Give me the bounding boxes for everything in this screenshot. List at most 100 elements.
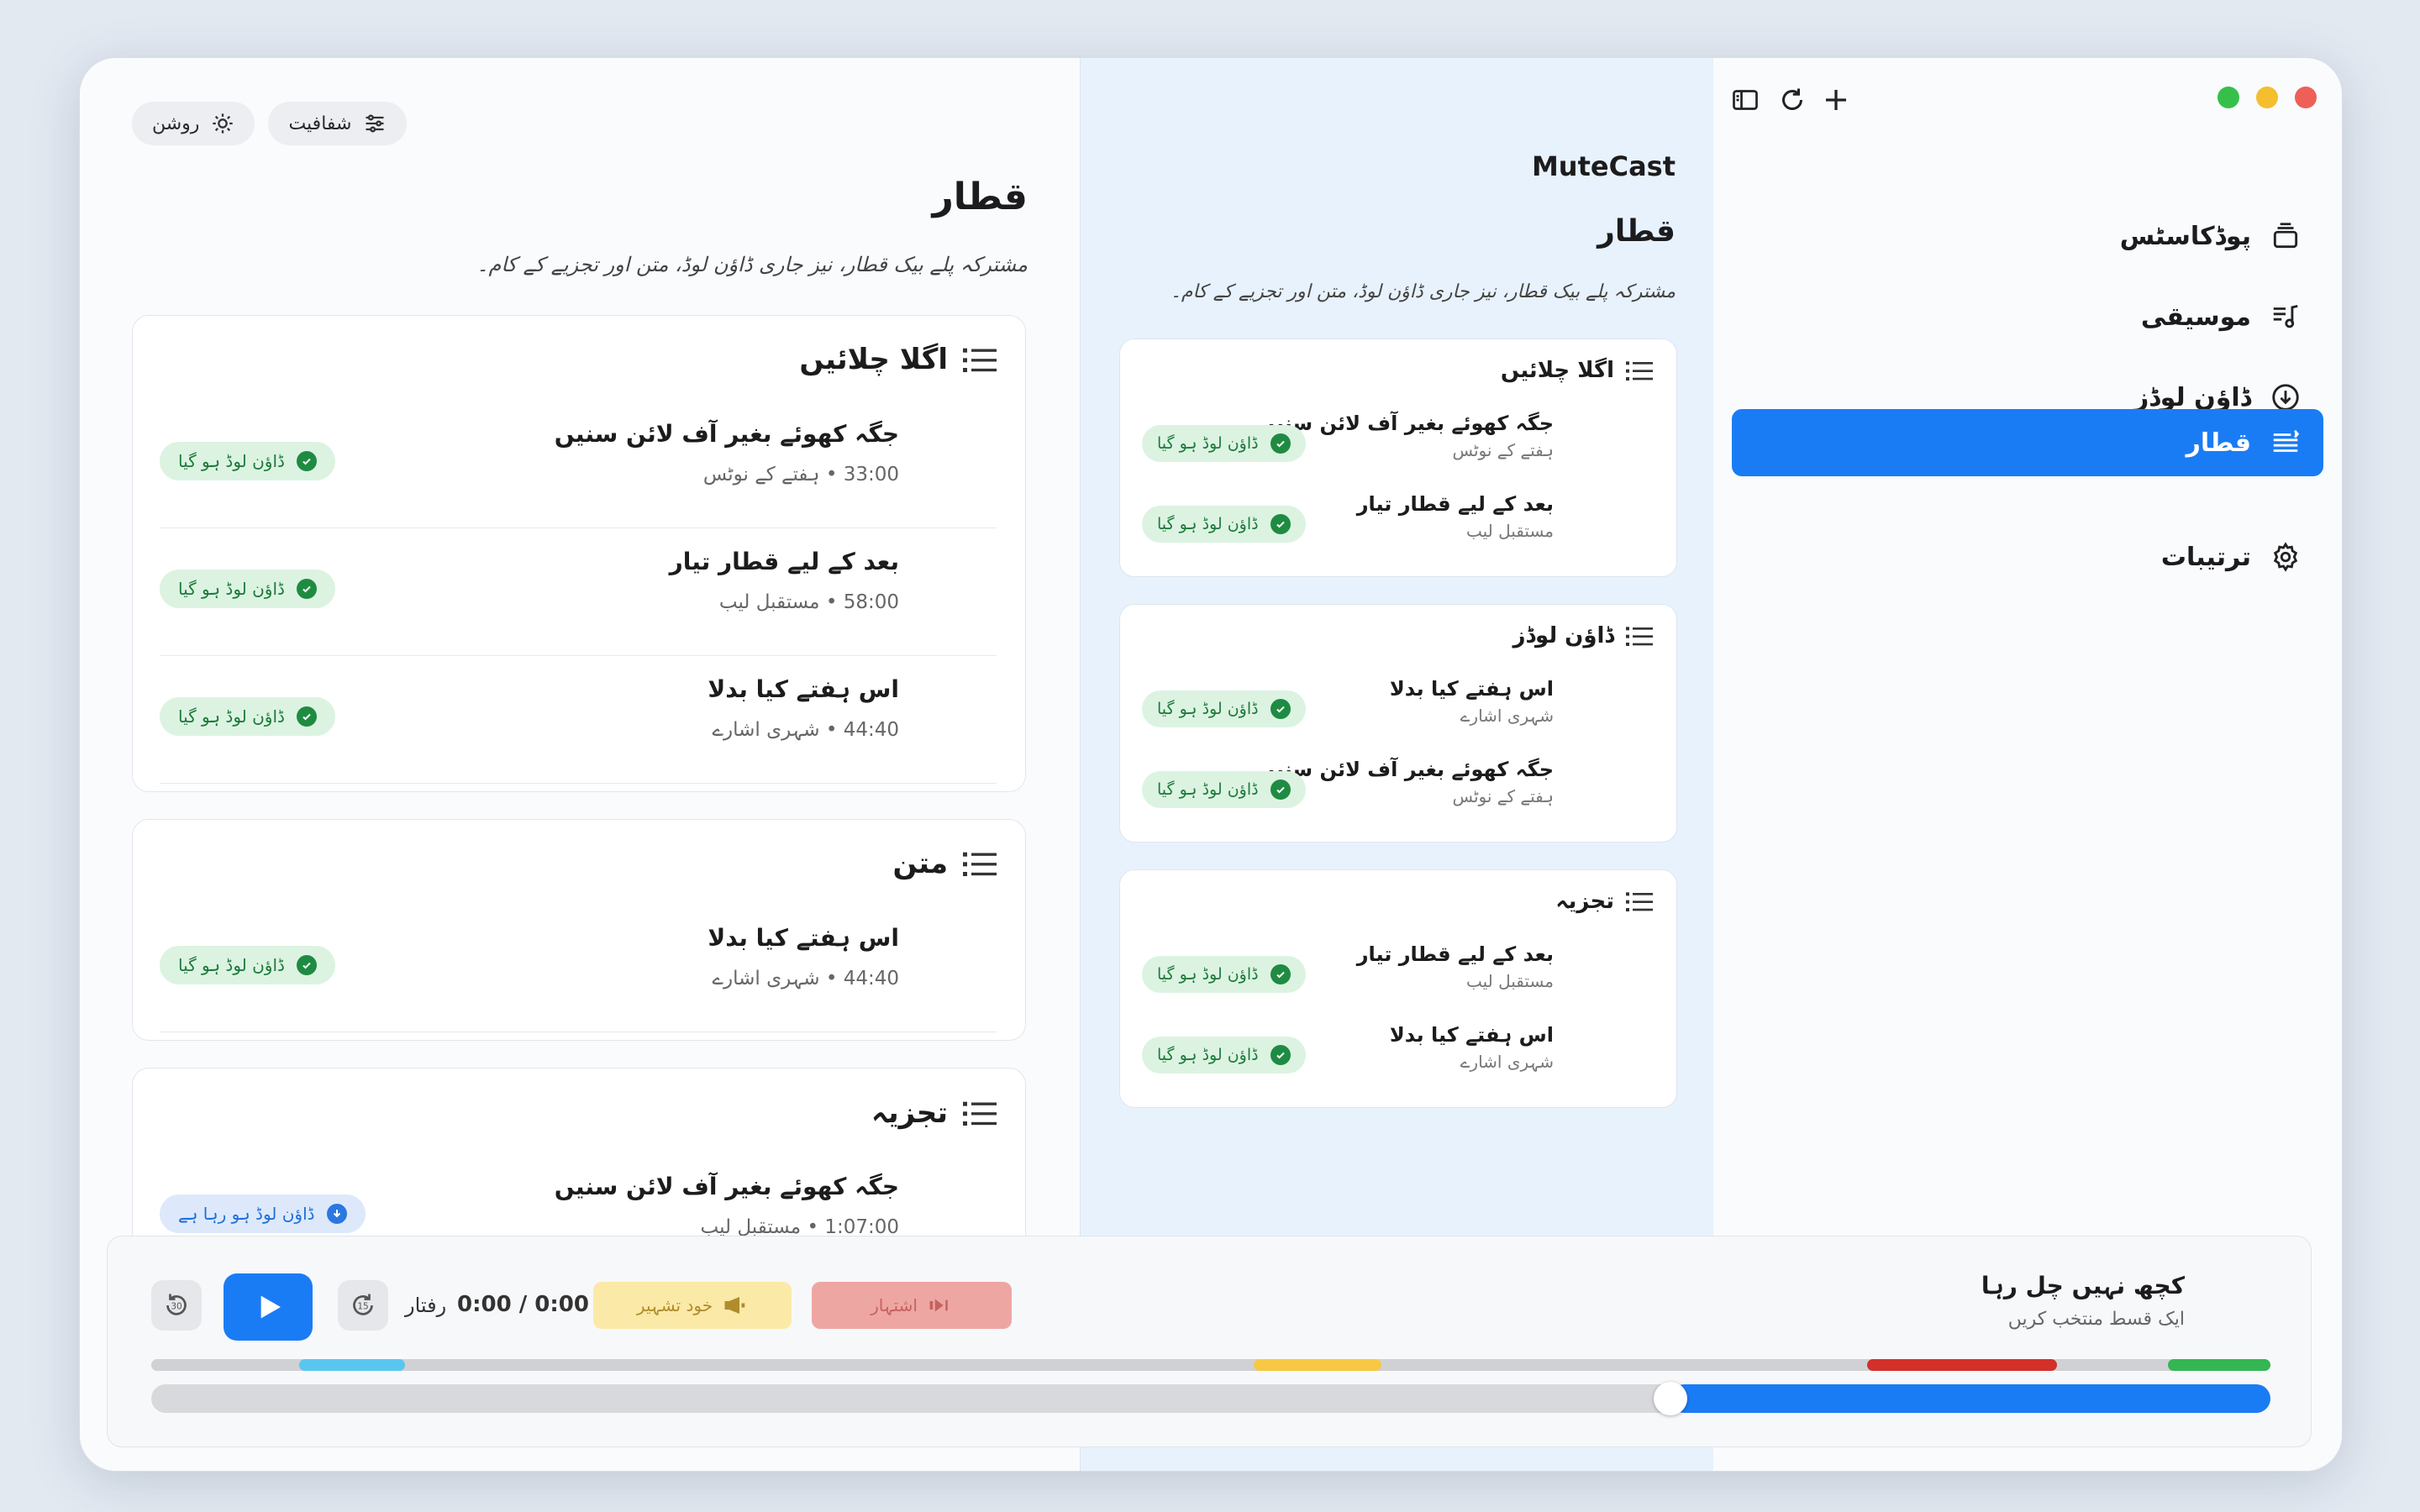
sidebar-item-label: موسیقی — [2140, 302, 2251, 332]
sidebar-toggle-icon[interactable] — [1730, 85, 1760, 115]
episode-meta: شہری اشارے — [1460, 1052, 1554, 1072]
status-label: ڈاؤن لوڈ ہو گیا — [1157, 434, 1259, 453]
window-zoom-button[interactable] — [2217, 87, 2239, 108]
preview-section-header: تجزیہ — [1555, 889, 1653, 914]
plus-icon[interactable] — [1821, 85, 1851, 115]
forward-icon: 15 — [353, 1294, 373, 1315]
skip-back-button[interactable]: 30 — [151, 1280, 202, 1331]
sidebar-item-music[interactable]: موسیقی — [1732, 283, 2323, 350]
sun-icon — [213, 113, 234, 134]
music-note-icon — [2273, 304, 2298, 328]
skip-forward-button[interactable]: 15 — [338, 1280, 388, 1331]
episode-meta: 33:00 • ہفتے کے نوٹس — [702, 464, 899, 486]
preview-card-play-next: اگلا چلائیں جگہ کھوئے بغیر آف لائن سنیں … — [1119, 339, 1677, 577]
check-icon — [296, 579, 317, 599]
section-header: متن — [892, 847, 997, 880]
window-close-button[interactable] — [2295, 87, 2317, 108]
light-mode-button[interactable]: روشن — [132, 102, 255, 145]
status-badge: ڈاؤن لوڈ ہو گیا — [1142, 425, 1306, 462]
segment-selfpromo — [1254, 1359, 1381, 1371]
list-icon — [1626, 627, 1653, 646]
status-label: ڈاؤن لوڈ ہو گیا — [178, 706, 285, 727]
queue-list-icon — [2273, 429, 2300, 452]
segment-intro — [299, 1359, 405, 1371]
check-icon — [296, 706, 317, 727]
play-button[interactable] — [224, 1273, 313, 1341]
episode-title: جگہ کھوئے بغیر آف لائن سنیں — [1258, 412, 1554, 435]
sidebar-item-label: پوڈکاسٹس — [2119, 221, 2251, 251]
list-icon — [1626, 361, 1653, 381]
skip-selfpromo-label: خود تشہیر — [636, 1295, 713, 1315]
list-item[interactable]: اس ہفتے کیا بدلا 44:40 • شہری اشارے ڈاؤن… — [160, 906, 997, 1032]
check-icon — [296, 955, 317, 975]
list-item[interactable]: اس ہفتے کیا بدلا شہری اشارے ڈاؤن لوڈ ہو … — [1142, 670, 1653, 751]
episode-meta: مستقبل لیب — [1465, 971, 1554, 991]
megaphone-icon — [724, 1297, 745, 1314]
preview-description: مشترکہ پلے بیک قطار، نیز جاری ڈاؤن لوڈ، … — [1171, 281, 1676, 302]
episode-title: اس ہفتے کیا بدلا — [1389, 1023, 1554, 1047]
sidebar-item-queue[interactable]: قطار — [1732, 409, 2323, 476]
episode-meta: 44:40 • شہری اشارے — [712, 968, 900, 990]
episode-title: جگہ کھوئے بغیر آف لائن سنیں — [554, 1173, 899, 1200]
rewind-icon: 30 — [166, 1294, 187, 1315]
status-badge: ڈاؤن لوڈ ہو گیا — [1142, 506, 1306, 543]
list-item[interactable]: جگہ کھوئے بغیر آف لائن سنیں 33:00 • ہفتے… — [160, 402, 997, 528]
ad-signal-icon — [929, 1299, 948, 1312]
list-item[interactable]: جگہ کھوئے بغیر آف لائن سنیں ہفتے کے نوٹس… — [1142, 751, 1653, 832]
episode-title: اس ہفتے کیا بدلا — [1389, 677, 1554, 701]
list-item[interactable]: بعد کے لیے قطار تیار 58:00 • مستقبل لیب … — [160, 529, 997, 656]
section-title: اگلا چلائیں — [799, 343, 948, 376]
episode-meta: مستقبل لیب — [1465, 521, 1554, 541]
sidebar-item-label: ڈاؤن لوڈز — [2133, 382, 2251, 412]
check-icon — [1270, 964, 1291, 984]
skip-selfpromo-button[interactable]: خود تشہیر — [593, 1282, 792, 1329]
sidebar-item-label: قطار — [2186, 428, 2251, 458]
transparency-button[interactable]: شفافیت — [268, 102, 408, 145]
sidebar-item-podcasts[interactable]: پوڈکاسٹس — [1732, 202, 2323, 270]
sliders-icon — [366, 114, 384, 133]
window-minimize-button[interactable] — [2256, 87, 2278, 108]
list-icon — [963, 1101, 997, 1126]
section-title: ڈاؤن لوڈز — [1512, 623, 1614, 648]
episode-title: جگہ کھوئے بغیر آف لائن سنیں — [554, 420, 899, 448]
list-item[interactable]: جگہ کھوئے بغیر آف لائن سنیں ہفتے کے نوٹس… — [1142, 405, 1653, 486]
scrubber-handle[interactable] — [1654, 1382, 1687, 1415]
status-label: ڈاؤن لوڈ ہو گیا — [178, 451, 285, 471]
list-item[interactable]: اس ہفتے کیا بدلا شہری اشارے ڈاؤن لوڈ ہو … — [1142, 1016, 1653, 1097]
episode-meta: 58:00 • مستقبل لیب — [718, 591, 899, 613]
status-badge: ڈاؤن لوڈ ہو گیا — [160, 697, 335, 736]
section-title: اگلا چلائیں — [1500, 358, 1614, 383]
list-item[interactable]: اس ہفتے کیا بدلا 44:40 • شہری اشارے ڈاؤن… — [160, 657, 997, 784]
speed-button[interactable]: رفتار — [405, 1294, 446, 1317]
light-label: روشن — [152, 113, 200, 134]
sidebar-item-settings[interactable]: ترتیبات — [1732, 523, 2323, 591]
preview-title: قطار — [1597, 214, 1676, 249]
gear-icon — [2273, 542, 2298, 572]
skip-sponsor-button[interactable]: اشتہار — [812, 1282, 1012, 1329]
status-label: ڈاؤن لوڈ ہو گیا — [1157, 1046, 1259, 1064]
episode-meta: ہفتے کے نوٹس — [1452, 440, 1554, 460]
status-label: ڈاؤن لوڈ ہو گیا — [1157, 780, 1259, 799]
refresh-icon[interactable] — [1777, 85, 1807, 115]
status-badge: ڈاؤن لوڈ ہو گیا — [1142, 771, 1306, 808]
time-readout: 0:00 / 0:00 — [457, 1292, 589, 1317]
segment-sponsor — [1867, 1359, 2057, 1371]
check-icon — [1270, 514, 1291, 534]
list-icon — [963, 348, 997, 372]
episode-title: بعد کے لیے قطار تیار — [1356, 942, 1554, 966]
episode-title: جگہ کھوئے بغیر آف لائن سنیں — [1258, 758, 1554, 781]
status-label: ڈاؤن لوڈ ہو رہا ہے — [178, 1204, 315, 1224]
check-icon — [296, 451, 317, 471]
status-badge: ڈاؤن لوڈ ہو گیا — [1142, 690, 1306, 727]
segment-outro — [2168, 1359, 2270, 1371]
playback-scrubber[interactable] — [151, 1382, 2270, 1415]
progress-fill — [1670, 1384, 2270, 1413]
section-header: تجزیہ — [871, 1095, 997, 1130]
episode-meta: 44:40 • شہری اشارے — [712, 719, 900, 741]
status-label: ڈاؤن لوڈ ہو گیا — [1157, 965, 1259, 984]
play-icon — [260, 1295, 281, 1319]
podcast-stack-icon — [2273, 223, 2298, 249]
page-title: قطار — [932, 176, 1028, 218]
list-item[interactable]: بعد کے لیے قطار تیار مستقبل لیب ڈاؤن لوڈ… — [1142, 936, 1653, 1016]
list-item[interactable]: بعد کے لیے قطار تیار مستقبل لیب ڈاؤن لوڈ… — [1142, 486, 1653, 566]
